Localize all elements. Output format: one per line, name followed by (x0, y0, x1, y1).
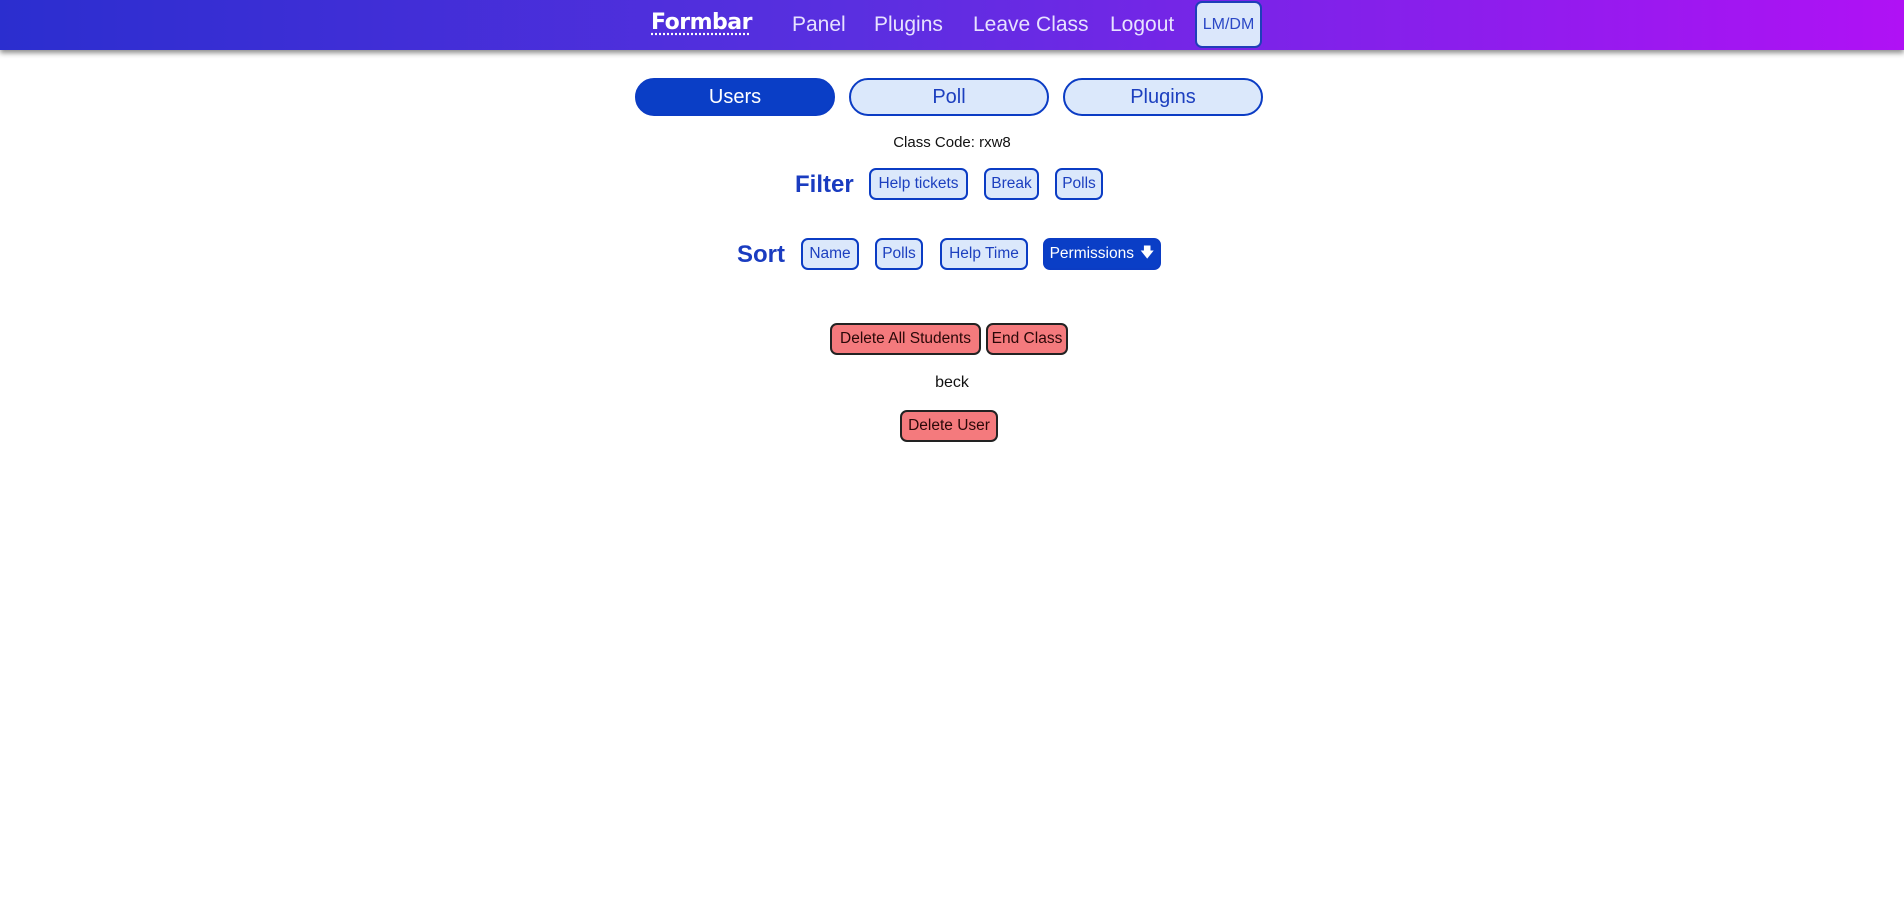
student-name: beck (935, 374, 969, 391)
top-navbar: Formbar Panel Plugins Leave Class Logout… (0, 0, 1904, 50)
nav-link-plugins[interactable]: Plugins (874, 13, 943, 37)
delete-user-button[interactable]: Delete User (900, 410, 998, 442)
nav-link-leave-class[interactable]: Leave Class (973, 13, 1089, 37)
sort-help-time-button[interactable]: Help Time (940, 238, 1028, 270)
filter-polls-button[interactable]: Polls (1055, 168, 1103, 200)
tab-plugins[interactable]: Plugins (1063, 78, 1263, 116)
tab-users[interactable]: Users (635, 78, 835, 116)
nav-link-logout[interactable]: Logout (1110, 13, 1174, 37)
class-code-text: Class Code: rxw8 (893, 134, 1011, 151)
filter-label: Filter (795, 171, 854, 198)
tab-poll[interactable]: Poll (849, 78, 1049, 116)
arrow-down-icon: 🡇 (1140, 244, 1155, 260)
brand-logo-link[interactable]: Formbar (651, 10, 752, 35)
sort-permissions-label: Permissions (1049, 245, 1134, 262)
theme-toggle-button[interactable]: LM/DM (1195, 1, 1262, 48)
sort-label: Sort (737, 241, 785, 268)
filter-help-tickets-button[interactable]: Help tickets (869, 168, 968, 200)
sort-permissions-button[interactable]: Permissions 🡇 (1043, 238, 1161, 270)
nav-link-panel[interactable]: Panel (792, 13, 846, 37)
sort-name-button[interactable]: Name (801, 238, 859, 270)
filter-break-button[interactable]: Break (984, 168, 1039, 200)
delete-all-students-button[interactable]: Delete All Students (830, 323, 981, 355)
sort-polls-button[interactable]: Polls (875, 238, 923, 270)
end-class-button[interactable]: End Class (986, 323, 1068, 355)
